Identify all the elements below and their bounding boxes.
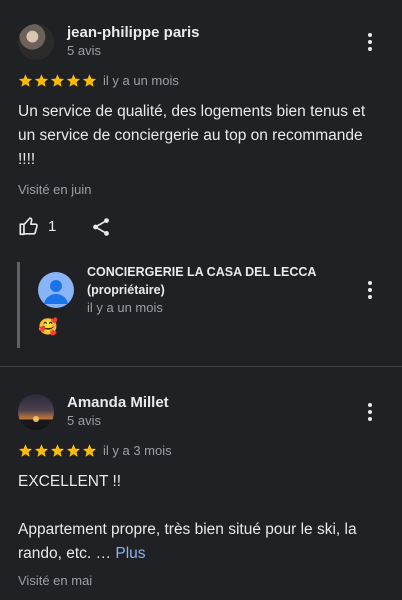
- author-avatar[interactable]: [18, 24, 54, 60]
- star-icon: [66, 74, 81, 87]
- more-options-icon[interactable]: [360, 400, 380, 424]
- thumb-up-icon: [19, 217, 38, 236]
- review-text-line: rando, etc. … Plus: [18, 542, 388, 566]
- star-icon: [66, 444, 81, 457]
- star-icon: [82, 74, 97, 87]
- review-card: Amanda Millet 5 avis il y a 3 mois EXCEL…: [0, 367, 402, 600]
- star-icon: [50, 74, 65, 87]
- visited-date: Visité en juin: [18, 182, 92, 197]
- review-text-fragment: rando, etc. …: [18, 545, 116, 562]
- review-text: Un service de qualité, des logements bie…: [18, 100, 388, 172]
- owner-role: (propriétaire): [87, 283, 165, 297]
- owner-name-line: CONCIERGERIE LA CASA DEL LECCA: [87, 265, 317, 279]
- author-name[interactable]: Amanda Millet: [67, 394, 169, 411]
- like-button[interactable]: 1: [18, 215, 56, 237]
- review-text-line: un service de conciergerie au top on rec…: [18, 127, 363, 144]
- star-icon: [50, 444, 65, 457]
- owner-more-options-icon[interactable]: [360, 278, 380, 302]
- visited-date: Visité en mai: [18, 573, 93, 588]
- star-icon: [34, 444, 49, 457]
- rating-stars: [18, 73, 97, 88]
- review-text-line: !!!!: [18, 151, 36, 168]
- rating-stars: [18, 443, 97, 458]
- review-text-line: Appartement propre, très bien situé pour…: [18, 521, 357, 538]
- owner-reply-time: il y a un mois: [87, 300, 163, 315]
- star-icon: [34, 74, 49, 87]
- more-options-icon[interactable]: [360, 30, 380, 54]
- star-icon: [82, 444, 97, 457]
- owner-reply-text: 🥰: [38, 319, 58, 336]
- author-name[interactable]: jean-philippe paris: [67, 24, 200, 41]
- author-avatar[interactable]: [18, 394, 54, 430]
- like-count: 1: [48, 217, 57, 235]
- review-text: EXCELLENT !! Appartement propre, très bi…: [18, 470, 388, 566]
- review-text-line: Un service de qualité, des logements bie…: [18, 103, 366, 120]
- share-icon[interactable]: [90, 216, 112, 238]
- review-card: jean-philippe paris 5 avis il y a un moi…: [0, 0, 402, 360]
- review-text-line: EXCELLENT !!: [18, 473, 122, 490]
- owner-avatar[interactable]: [38, 272, 74, 308]
- owner-name: CONCIERGERIE LA CASA DEL LECCA (propriét…: [87, 263, 316, 299]
- star-icon: [18, 444, 33, 457]
- review-time: il y a 3 mois: [103, 443, 172, 458]
- author-review-count: 5 avis: [67, 43, 101, 58]
- author-review-count: 5 avis: [67, 413, 101, 428]
- read-more-link[interactable]: Plus: [115, 545, 145, 562]
- owner-reply-divider: [17, 262, 20, 348]
- star-icon: [18, 74, 33, 87]
- person-icon: [44, 280, 68, 304]
- review-time: il y a un mois: [103, 73, 179, 88]
